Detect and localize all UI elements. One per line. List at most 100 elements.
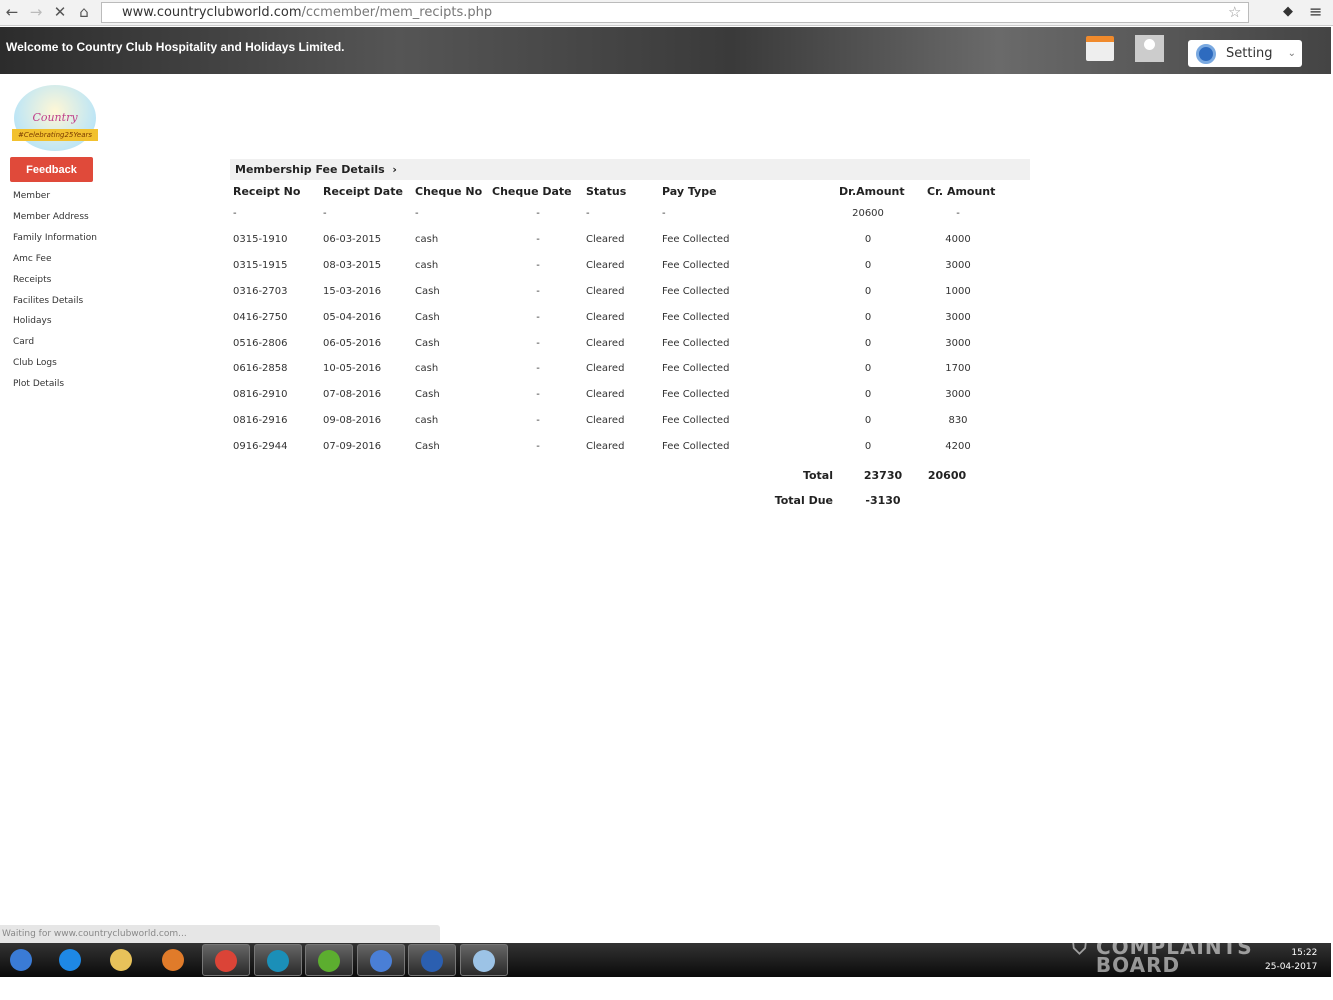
taskbar-media-player[interactable] <box>150 944 198 976</box>
table-cell: - <box>233 208 237 219</box>
table-cell: Fee Collected <box>662 259 730 271</box>
welcome-text: Welcome to Country Club Hospitality and … <box>6 40 345 54</box>
table-cell: Cash <box>415 441 440 453</box>
start-icon <box>10 949 32 971</box>
chevron-down-icon: ⌄ <box>1287 48 1296 59</box>
column-header[interactable]: Dr.Amount <box>839 185 905 198</box>
sidebar-item-member[interactable]: Member <box>13 191 50 201</box>
sidebar-item-card[interactable]: Card <box>13 337 34 347</box>
system-clock[interactable]: 15:22 25-04-2017 <box>1265 946 1317 974</box>
taskbar-word[interactable] <box>408 944 456 976</box>
user-avatar-icon[interactable] <box>1135 35 1164 62</box>
table-cell: 06-03-2015 <box>323 233 382 245</box>
table-cell: 0516-2806 <box>233 337 288 349</box>
table-cell: Cleared <box>586 415 625 427</box>
complaints-board-watermark: ⛉ COMPLAINTS BOARD <box>1072 935 1253 977</box>
table-cell: 20600 <box>852 208 884 219</box>
taskbar-file-explorer[interactable] <box>98 944 146 976</box>
taskbar-rupee-app[interactable] <box>253 944 302 976</box>
stop-icon[interactable]: ✕ <box>51 3 69 21</box>
column-header[interactable]: Cheque No <box>415 185 482 198</box>
sidebar-item-club-logs[interactable]: Club Logs <box>13 358 57 368</box>
table-cell: 0316-2703 <box>233 285 288 297</box>
taskbar-paint[interactable] <box>459 944 508 976</box>
table-cell: cash <box>415 259 439 271</box>
clock-date: 25-04-2017 <box>1265 962 1318 972</box>
home-icon[interactable]: ⌂ <box>75 3 93 21</box>
taskbar-chrome[interactable] <box>202 944 250 976</box>
file-explorer-icon <box>110 949 132 971</box>
table-cell: 1000 <box>945 285 971 297</box>
table-cell: 3000 <box>945 259 971 271</box>
table-cell: Fee Collected <box>662 363 730 375</box>
table-cell: 0816-2910 <box>233 389 288 401</box>
setting-dropdown[interactable]: Setting ⌄ <box>1188 40 1302 67</box>
total-due-label: Total Due <box>774 494 833 507</box>
sidebar-item-receipts[interactable]: Receipts <box>13 275 51 285</box>
column-header[interactable]: Receipt No <box>233 185 300 198</box>
sidebar-item-amc-fee[interactable]: Amc Fee <box>13 254 52 264</box>
table-cell: 0315-1915 <box>233 259 288 271</box>
table-cell: 0 <box>864 337 872 349</box>
taskbar-start[interactable] <box>0 944 46 976</box>
calendar-icon[interactable] <box>1086 36 1114 61</box>
table-cell: 10-05-2016 <box>323 363 382 375</box>
sidebar-item-plot-details[interactable]: Plot Details <box>13 379 64 389</box>
table-cell: Cash <box>415 389 440 401</box>
table-cell: cash <box>415 415 439 427</box>
table-cell: 0 <box>864 415 872 427</box>
table-cell: 4000 <box>945 233 971 245</box>
table-cell: Cleared <box>586 285 625 297</box>
sidebar-item-family-information[interactable]: Family Information <box>13 233 97 243</box>
column-header[interactable]: Pay Type <box>662 185 717 198</box>
clock-time: 15:22 <box>1291 948 1318 958</box>
table-cell: - <box>536 363 540 375</box>
internet-explorer-icon <box>59 949 81 971</box>
table-cell: 05-04-2016 <box>323 311 382 323</box>
table-cell: - <box>536 415 540 427</box>
back-icon[interactable]: ← <box>3 3 21 21</box>
table-cell: - <box>536 208 540 219</box>
total-dr: 23730 <box>863 469 903 482</box>
table-cell: Cleared <box>586 259 625 271</box>
table-cell: - <box>536 233 540 245</box>
address-bar[interactable]: www.countryclubworld.com/ccmember/mem_re… <box>101 2 1249 23</box>
country-club-logo[interactable]: Country #Celebrating25Years <box>12 85 98 151</box>
browser-status: Waiting for www.countryclubworld.com... <box>0 925 440 943</box>
table-cell: Fee Collected <box>662 233 730 245</box>
table-cell: - <box>536 389 540 401</box>
sidebar-item-member-address[interactable]: Member Address <box>13 212 89 222</box>
setting-label: Setting <box>1226 46 1273 61</box>
column-header[interactable]: Cheque Date <box>492 185 572 198</box>
bookmark-star-icon[interactable]: ☆ <box>1228 3 1241 21</box>
column-header[interactable]: Receipt Date <box>323 185 403 198</box>
sidebar-item-holidays[interactable]: Holidays <box>13 316 52 326</box>
table-cell: 0 <box>864 259 872 271</box>
column-header[interactable]: Status <box>586 185 626 198</box>
column-header[interactable]: Cr. Amount <box>927 185 995 198</box>
taskbar-utorrent[interactable] <box>305 944 353 976</box>
taskbar-chromium[interactable] <box>356 944 405 976</box>
table-cell: 0816-2916 <box>233 415 288 427</box>
section-title: Membership Fee Details › <box>230 159 1030 180</box>
table-cell: 08-03-2015 <box>323 259 382 271</box>
media-player-icon <box>162 949 184 971</box>
table-cell: - <box>586 208 590 219</box>
table-cell: Cash <box>415 285 440 297</box>
sidebar-item-facilites-details[interactable]: Facilites Details <box>13 296 83 306</box>
table-cell: - <box>536 285 540 297</box>
table-cell: 0 <box>864 363 872 375</box>
table-cell: - <box>536 441 540 453</box>
taskbar-internet-explorer[interactable] <box>47 944 95 976</box>
table-cell: 830 <box>948 415 968 427</box>
feedback-button[interactable]: Feedback <box>10 157 93 182</box>
forward-icon[interactable]: → <box>27 3 45 21</box>
total-label: Total <box>802 469 833 482</box>
table-cell: - <box>536 311 540 323</box>
chevron-right-icon: › <box>392 163 397 176</box>
table-cell: 4200 <box>945 441 971 453</box>
table-cell: Cleared <box>586 311 625 323</box>
table-cell: Fee Collected <box>662 285 730 297</box>
menu-icon[interactable]: ≡ <box>1309 2 1322 21</box>
extension-icon[interactable]: ◆ <box>1283 4 1293 19</box>
